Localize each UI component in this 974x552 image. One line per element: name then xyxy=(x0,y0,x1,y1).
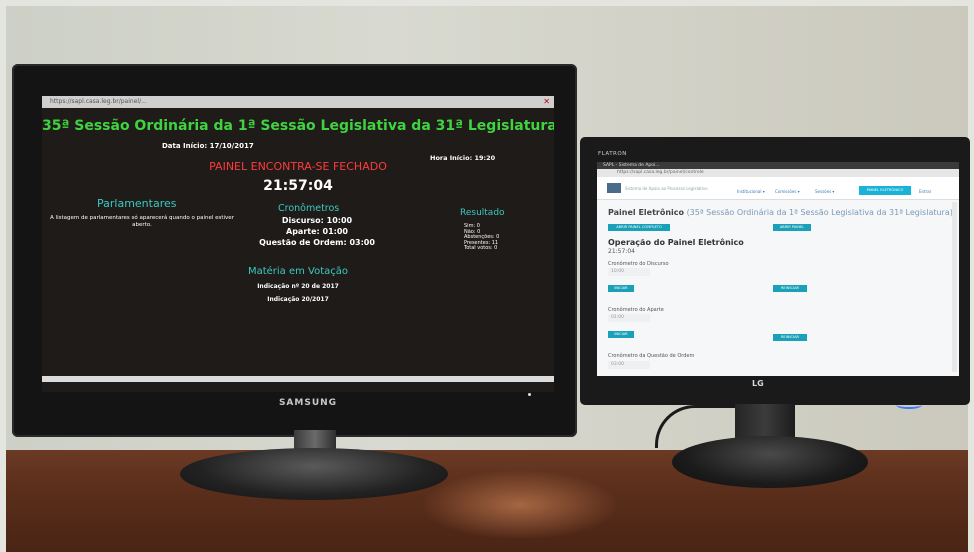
painel-heading: Painel Eletrônico (35ª Sessão Ordinária … xyxy=(608,208,953,217)
lg-stand-base xyxy=(672,436,868,488)
aparte-timer: Aparte: 01:00 xyxy=(286,227,348,236)
site-name: Sistema de Apoio ao Processo Legislativo xyxy=(625,186,708,191)
resultado-item: Total votos: 0 xyxy=(464,245,498,251)
abrir-painel-button[interactable]: ABRIR PAINEL xyxy=(773,224,811,231)
materia-heading: Matéria em Votação xyxy=(247,266,349,277)
page-scrollbar[interactable] xyxy=(952,202,957,372)
browser-address-bar[interactable]: https://sapl.casa.leg.br/painel/controle xyxy=(597,169,959,177)
browser-tab[interactable]: SAPL - Sistema de Apoi... xyxy=(603,163,660,168)
samsung-logo: SAMSUNG xyxy=(278,398,338,408)
lg-logo: LG xyxy=(752,379,764,388)
abrir-painel-completo-button[interactable]: ABRIR PAINEL COMPLETO xyxy=(608,224,670,231)
browser-bottom-bar xyxy=(42,376,554,382)
browser-tabbar: SAPL - Sistema de Apoi... xyxy=(597,162,959,169)
reiniciar-discurso-button[interactable]: REINICIAR xyxy=(773,285,807,292)
site-navbar: Sistema de Apoio ao Processo Legislativo… xyxy=(597,177,959,200)
samsung-screen-panel: https://sapl.casa.leg.br/painel/... ✕ 35… xyxy=(42,96,554,392)
materia-item: Indicação nº 20 de 2017 xyxy=(257,283,339,290)
menu-institucional[interactable]: Institucional ▾ xyxy=(737,189,765,194)
panel-status: PAINEL ENCONTRA-SE FECHADO xyxy=(209,160,387,173)
operacao-heading: Operação do Painel Eletrônico xyxy=(608,238,744,247)
resultado-list: Sim: 0 Não: 0 Abstenções: 0 Presentes: 1… xyxy=(464,223,499,252)
resultado-heading: Resultado xyxy=(460,208,505,218)
lg-power-led-icon xyxy=(896,401,922,409)
cron-discurso-label: Cronômetro do Discurso xyxy=(608,261,669,267)
menu-sessoes[interactable]: Sessões ▾ xyxy=(815,189,834,194)
parlamentares-note: A listagem de parlamentares só aparecerá… xyxy=(50,215,234,228)
login-link[interactable]: Entrar xyxy=(919,189,931,194)
operacao-clock: 21:57:04 xyxy=(608,248,635,255)
samsung-stand-base xyxy=(180,448,448,500)
site-logo-icon[interactable] xyxy=(607,183,621,193)
materia-item: Indicação 20/2017 xyxy=(267,296,329,303)
parlamentares-heading: Parlamentares xyxy=(97,197,177,210)
close-icon[interactable]: ✕ xyxy=(543,96,550,108)
cron-aparte-input[interactable]: 01:00 xyxy=(608,314,650,322)
menu-comissoes[interactable]: Comissões ▾ xyxy=(775,189,800,194)
session-start-date: Data Início: 17/10/2017 xyxy=(162,142,254,150)
browser-address-bar[interactable]: https://sapl.casa.leg.br/painel/... ✕ xyxy=(42,96,554,108)
desk-reflection xyxy=(420,470,620,540)
reiniciar-aparte-button[interactable]: REINICIAR xyxy=(773,334,807,341)
power-led-icon xyxy=(528,393,531,396)
session-title: 35ª Sessão Ordinária da 1ª Sessão Legisl… xyxy=(42,118,554,134)
painel-title: Painel Eletrônico xyxy=(608,208,685,217)
cronometros-heading: Cronômetros xyxy=(278,203,340,214)
painel-subtitle: (35ª Sessão Ordinária da 1ª Sessão Legis… xyxy=(686,208,953,217)
discurso-timer: Discurso: 10:00 xyxy=(281,216,353,225)
cron-ordem-input[interactable]: 03:00 xyxy=(608,361,650,369)
questao-ordem-timer: Questão de Ordem: 03:00 xyxy=(259,238,375,247)
panel-clock: 21:57:04 xyxy=(263,178,333,194)
cron-discurso-input[interactable]: 10:00 xyxy=(608,268,650,276)
flatron-label: FLATRON xyxy=(598,151,627,157)
iniciar-discurso-button[interactable]: INICIAR xyxy=(608,285,634,292)
lg-screen-panel: SAPL - Sistema de Apoi... https://sapl.c… xyxy=(597,162,959,376)
cron-ordem-label: Cronômetro da Questão de Ordem xyxy=(608,353,695,359)
cron-aparte-label: Cronômetro do Aparte xyxy=(608,307,664,313)
browser-url: https://sapl.casa.leg.br/painel/... xyxy=(50,98,147,105)
iniciar-aparte-button[interactable]: INICIAR xyxy=(608,331,634,338)
painel-eletronico-button[interactable]: PAINEL ELETRÔNICO xyxy=(859,186,911,195)
